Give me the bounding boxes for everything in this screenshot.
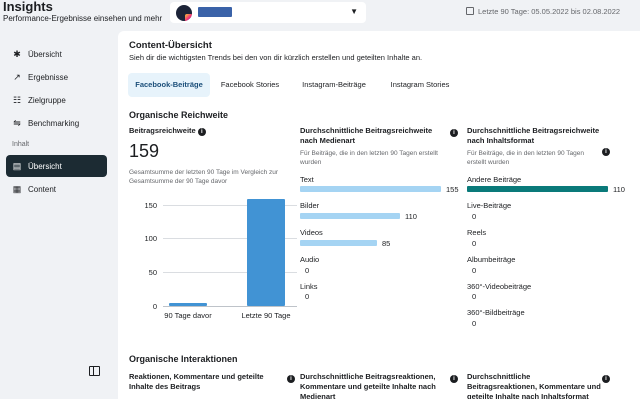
post-reach-title: Beitragsreichweite i: [129, 126, 289, 136]
tab-facebook-posts[interactable]: Facebook-Beiträge: [128, 73, 210, 97]
reach-by-format-note: Für Beiträge, die in den letzten 90 Tage…: [467, 150, 584, 166]
value-format-album: 0: [472, 266, 477, 275]
overview-icon: ▤: [12, 161, 22, 171]
app-subtitle: Performance-Ergebnisse einsehen und mehr: [3, 14, 163, 23]
asterisk-icon: ✱: [13, 49, 21, 59]
top-header: Insights Performance-Ergebnisse einsehen…: [0, 0, 640, 30]
card-description: Sieh dir die wichtigsten Trends bei den …: [129, 53, 423, 62]
value-format-reels: 0: [472, 239, 477, 248]
info-icon[interactable]: i: [602, 148, 610, 156]
post-reach-value: 159: [129, 141, 160, 161]
interactions-metric-title: Reaktionen, Kommentare und geteilte Inha…: [129, 372, 264, 391]
x-tick-label: Letzte 90 Tage: [241, 311, 291, 320]
benchmark-icon: ⇋: [13, 118, 21, 128]
format-label-360-image: 360°-Bildbeiträge: [467, 308, 525, 317]
reach-by-media-note: Für Beiträge, die in den letzten 90 Tage…: [300, 150, 438, 166]
tab-facebook-stories[interactable]: Facebook Stories: [214, 73, 286, 97]
value-media-links: 0: [305, 292, 310, 301]
app-title: Insights: [3, 0, 53, 14]
value-format-360-image: 0: [472, 319, 477, 328]
sidebar-item-content-overview[interactable]: ▤ Übersicht: [6, 155, 107, 177]
format-label-album: Albumbeiträge: [467, 255, 516, 264]
bar-format-other: [467, 186, 608, 192]
value-format-other: 110: [613, 185, 625, 194]
sidebar-item-benchmarking[interactable]: ⇋ Benchmarking: [6, 113, 107, 133]
media-label-text: Text: [300, 175, 314, 184]
axis-line: [163, 306, 297, 307]
media-label-audio: Audio: [300, 255, 320, 264]
value-media-audio: 0: [305, 266, 310, 275]
sidebar-item-label: Zielgruppe: [28, 96, 66, 105]
post-reach-note: Gesamtsumme der letzten 90 Tage im Vergl…: [129, 169, 279, 185]
table-icon: ▦: [12, 184, 22, 194]
account-selector[interactable]: ▼: [170, 2, 366, 23]
reach-by-format-title: Durchschnittliche Beitragsreichweite nac…: [467, 126, 600, 145]
format-label-reels: Reels: [467, 228, 487, 237]
sidebar-item-label: Content: [28, 185, 57, 194]
card-title: Content-Übersicht: [129, 40, 212, 51]
collapse-sidebar-icon[interactable]: [89, 366, 100, 376]
sidebar-item-label: Übersicht: [28, 162, 62, 171]
reach-comparison-chart: 150 100 50 0 90 Tage davor Letzte 90 Tag…: [129, 194, 297, 322]
tab-instagram-posts[interactable]: Instagram-Beiträge: [294, 73, 374, 97]
content-overview-card: Content-Übersicht Sieh dir die wichtigst…: [118, 31, 640, 399]
info-icon[interactable]: i: [602, 375, 610, 383]
tab-instagram-stories[interactable]: Instagram Stories: [382, 73, 458, 97]
sidebar: ✱ Übersicht ↗ Ergebnisse ☷ Zielgruppe ⇋ …: [0, 38, 112, 399]
trend-icon: ↗: [13, 72, 21, 82]
account-name-redacted: [198, 7, 232, 17]
interactions-section-title: Organische Interaktionen: [129, 354, 238, 364]
y-tick-label: 50: [148, 268, 157, 277]
audience-icon: ☷: [12, 95, 22, 105]
value-format-live: 0: [472, 212, 477, 221]
interactions-by-media-title: Durchschnittliche Beitragsreaktionen, Ko…: [300, 372, 436, 399]
bar-last-90-days: [247, 198, 285, 306]
format-label-live: Live-Beiträge: [467, 201, 512, 210]
sidebar-item-overview[interactable]: ✱ Übersicht: [6, 44, 107, 64]
sidebar-item-results[interactable]: ↗ Ergebnisse: [6, 67, 107, 87]
sidebar-section-label: Inhalt: [12, 141, 30, 148]
account-avatar: [176, 5, 192, 21]
info-icon[interactable]: i: [450, 129, 458, 137]
bar-previous-90-days: [169, 303, 207, 306]
y-tick-label: 100: [144, 234, 157, 243]
sidebar-item-content[interactable]: ▦ Content: [6, 179, 107, 199]
sidebar-item-label: Benchmarking: [28, 119, 80, 128]
sidebar-item-label: Übersicht: [28, 50, 62, 59]
reach-section-title: Organische Reichweite: [129, 110, 229, 120]
bar-media-text: [300, 186, 441, 192]
info-icon[interactable]: i: [197, 128, 206, 136]
info-icon[interactable]: i: [450, 375, 458, 383]
format-label-360-video: 360°-Videobeiträge: [467, 282, 532, 291]
x-tick-label: 90 Tage davor: [164, 311, 212, 320]
bar-media-images: [300, 213, 401, 219]
sidebar-item-label: Ergebnisse: [28, 73, 69, 82]
sidebar-item-audience[interactable]: ☷ Zielgruppe: [6, 90, 107, 110]
media-label-images: Bilder: [300, 201, 320, 210]
date-range-label: Letzte 90 Tage: 05.05.2022 bis 02.08.202…: [478, 7, 621, 16]
post-reach-title-text: Beitragsreichweite: [129, 126, 196, 135]
y-tick-label: 150: [144, 201, 157, 210]
bar-media-videos: [300, 240, 378, 246]
info-icon[interactable]: i: [287, 375, 295, 383]
calendar-icon: [466, 7, 474, 15]
interactions-by-format-title: Durchschnittliche Beitragsreaktionen, Ko…: [467, 372, 601, 399]
value-media-videos: 85: [382, 239, 391, 248]
reach-by-media-title: Durchschnittliche Beitragsreichweite nac…: [300, 126, 433, 145]
media-label-links: Links: [300, 282, 318, 291]
media-label-videos: Videos: [300, 228, 323, 237]
dropdown-caret-icon: ▼: [350, 7, 358, 16]
value-media-text: 155: [446, 185, 459, 194]
value-format-360-video: 0: [472, 292, 477, 301]
format-label-other: Andere Beiträge: [467, 175, 522, 184]
date-range-picker[interactable]: Letzte 90 Tage: 05.05.2022 bis 02.08.202…: [466, 7, 620, 16]
y-tick-label: 0: [152, 302, 157, 311]
value-media-images: 110: [405, 212, 417, 221]
